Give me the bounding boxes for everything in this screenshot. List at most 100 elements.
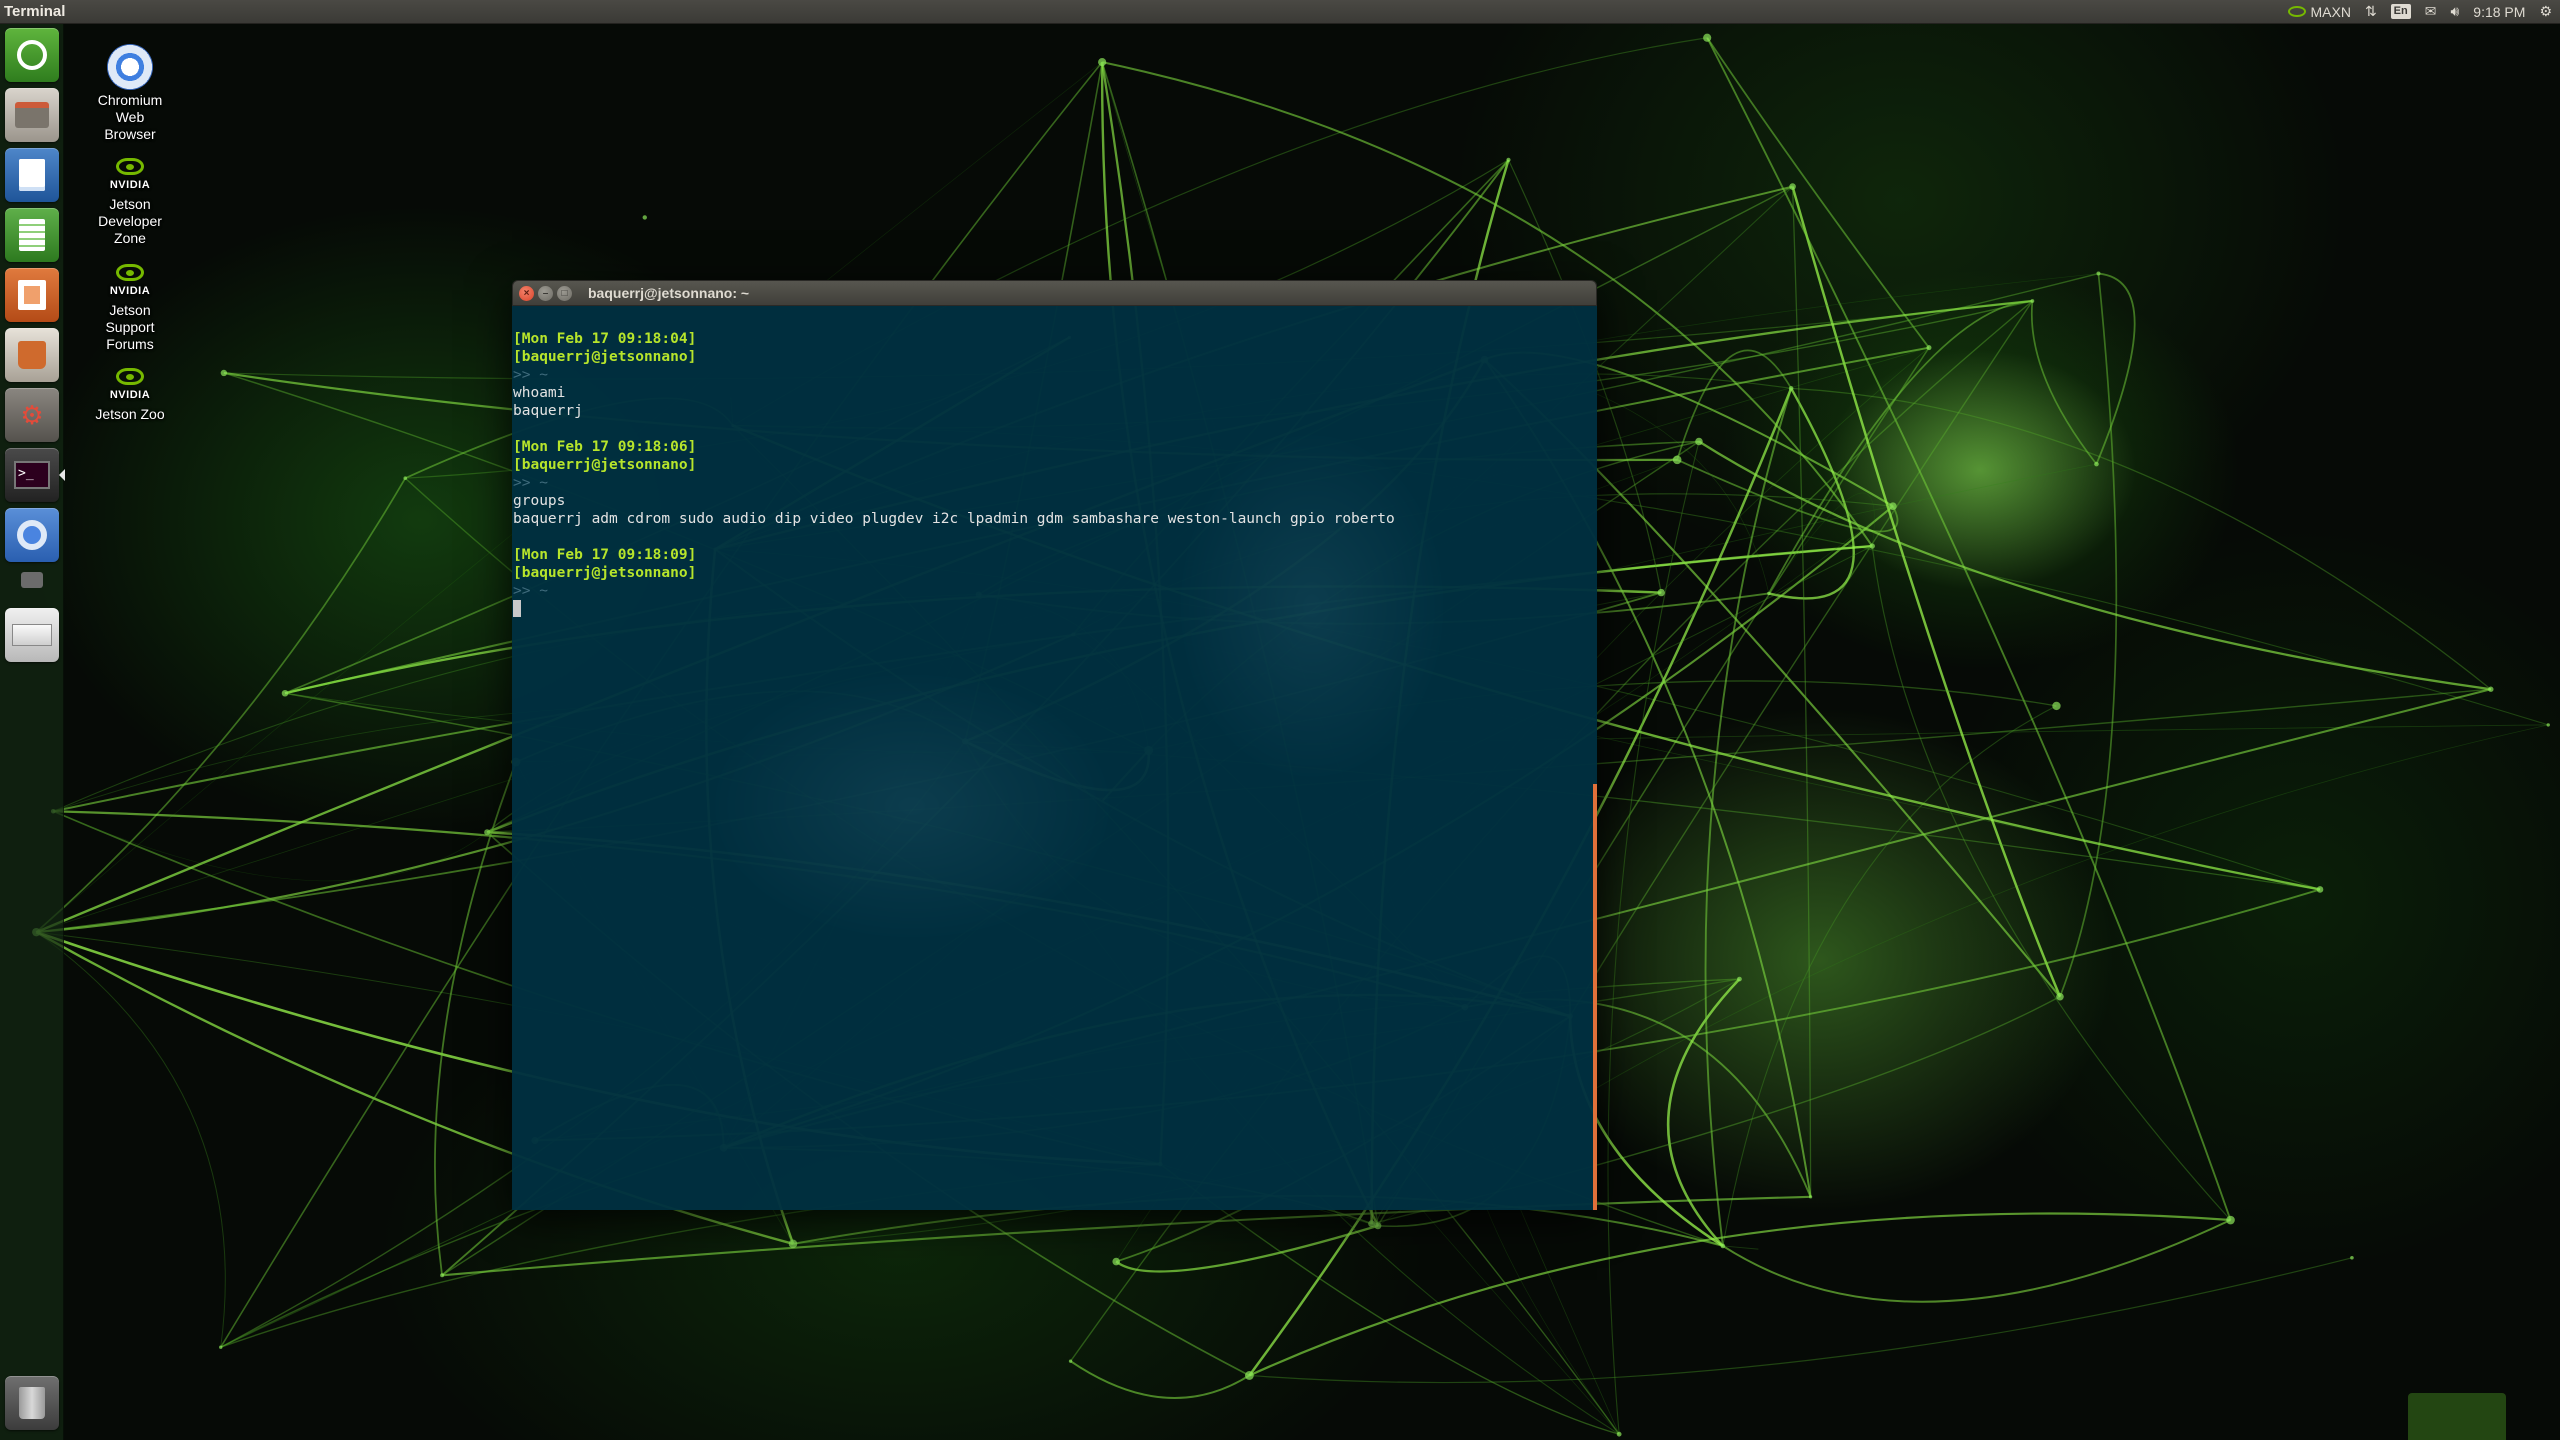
terminal-line-user: [baquerrj@jetsonnano] [513,349,697,365]
chromium-icon [107,44,153,90]
nvidia-corner-logo [2408,1393,2506,1440]
launcher-dash[interactable] [5,28,59,82]
maximize-icon: □ [561,287,568,299]
wallpaper-node [2546,723,2550,727]
terminal-output[interactable]: [Mon Feb 17 09:18:04] [baquerrj@jetsonnan… [512,306,1597,1210]
wallpaper-node [1720,1243,1726,1249]
wallpaper-node [1374,1222,1382,1230]
session-indicator[interactable]: ⚙ [2539,3,2552,20]
nvidia-wordmark: NVIDIA [109,285,151,297]
window-title: baquerrj@jetsonnano: ~ [588,285,750,301]
wallpaper-node [1068,1359,1073,1363]
terminal-window[interactable]: × – □ baquerrj@jetsonnano: ~ [Mon Feb 17… [512,280,1597,1210]
wallpaper-node [220,369,228,377]
launcher-software-center[interactable] [5,328,59,382]
wallpaper-node [1244,1371,1254,1380]
wallpaper-strand [1791,186,2062,998]
drive-icon [12,624,52,646]
writer-icon [19,159,45,191]
wallpaper-node [1737,976,1742,982]
launcher-chromium[interactable] [5,508,59,562]
messaging-indicator[interactable]: ✉ [2425,3,2437,20]
launcher-files[interactable] [5,88,59,142]
wallpaper-node [2052,701,2061,711]
wallpaper-node [484,829,491,836]
terminal-cursor-line [513,600,1597,618]
desktop-icon-jetson-zoo[interactable]: NVIDIA Jetson Zoo [80,368,180,423]
files-icon [15,102,49,128]
desktop-icon-chromium[interactable]: Chromium Web Browser [80,44,180,143]
nvidia-power-mode-indicator[interactable]: MAXN [2288,3,2351,20]
launcher-impress[interactable] [5,268,59,322]
wallpaper-node [1809,1195,1813,1199]
keyboard-indicator[interactable]: En [2390,4,2411,19]
launcher-camera[interactable] [5,568,59,592]
active-app-title: Terminal [4,3,66,20]
wallpaper-strand [1791,387,2492,690]
wallpaper-strand [1871,546,2231,1221]
terminal-line-ts: [Mon Feb 17 09:18:09] [513,547,697,563]
close-button[interactable]: × [519,285,534,301]
terminal-scrollbar[interactable] [1593,784,1597,1210]
desktop-icon-label: Jetson Zoo [95,406,165,422]
wallpaper-node [1098,58,1107,67]
trash-icon [19,1387,45,1419]
desktop-icon-jetson-support-forums[interactable]: NVIDIA Jetson Support Forums [80,264,180,353]
launcher-system-settings[interactable]: ⚙ [5,388,59,442]
terminal-titlebar[interactable]: × – □ baquerrj@jetsonnano: ~ [512,280,1597,306]
terminal-line-gap [513,528,1597,546]
nvidia-icon: NVIDIA [107,158,153,194]
wallpaper-node [1789,183,1796,190]
desktop-icon-label: Web [115,109,145,125]
wallpaper-node [1657,588,1665,597]
launcher-writer[interactable] [5,148,59,202]
desktop-icon-label: Jetson [109,302,151,318]
terminal-line-out: baquerrj adm cdrom sudo audio dip video … [513,511,1395,527]
wallpaper-node [2350,1255,2354,1260]
wallpaper-node [440,1273,445,1278]
wallpaper-node [1616,1431,1622,1437]
network-transfer-icon: ⇅ [2364,3,2377,19]
wallpaper-node [1767,591,1771,596]
terminal-line-out: baquerrj [513,403,583,419]
wallpaper-strand [1706,37,2232,1221]
desktop-icon-label: Jetson [109,196,151,212]
software-center-icon [18,341,46,369]
nvidia-wordmark: NVIDIA [109,389,151,401]
desktop-icon-jetson-developer-zone[interactable]: NVIDIA Jetson Developer Zone [80,158,180,247]
launcher-terminal[interactable]: >_ [5,448,59,502]
wallpaper-node [2094,461,2099,467]
terminal-line-out: groups [513,493,566,509]
terminal-line-gap [513,420,1597,438]
unity-launcher: ⚙ >_ [0,24,65,1440]
terminal-line-out: whoami [513,385,566,401]
indicator-area: MAXN ⇅ En ✉ 🔊︎ 9:18 PM ⚙ [2288,3,2552,20]
desktop-icon-label: Browser [104,126,156,142]
terminal-line-ts: [Mon Feb 17 09:18:06] [513,439,697,455]
network-indicator[interactable]: ⇅ [2365,3,2377,20]
sound-indicator[interactable]: 🔊︎ [2450,3,2459,20]
active-app-arrow [59,469,65,481]
minimize-icon: – [542,287,549,299]
launcher-trash[interactable] [5,1376,59,1430]
power-mode-label: MAXN [2310,3,2351,20]
maximize-button[interactable]: □ [557,285,572,301]
clock-indicator[interactable]: 9:18 PM [2473,4,2525,20]
wallpaper-strand [434,761,517,1276]
launcher-drive[interactable] [5,608,59,662]
wallpaper-node [1112,1257,1121,1266]
gear-icon: ⚙ [2539,3,2552,19]
wallpaper-node [642,215,647,220]
wallpaper-strand [1722,705,2057,1247]
top-panel: Terminal MAXN ⇅ En ✉ 🔊︎ 9:18 PM ⚙ [0,0,2560,24]
nvidia-wordmark: NVIDIA [109,179,151,191]
launcher-calc[interactable] [5,208,59,262]
wallpaper-node [1695,437,1703,446]
wallpaper-strand [36,931,226,1348]
minimize-button[interactable]: – [538,285,553,301]
desktop-icon-label: Chromium [97,92,163,108]
wallpaper-node [1368,1220,1376,1228]
ubuntu-dash-icon [17,40,47,70]
system-settings-icon: ⚙ [20,399,44,430]
wallpaper-node [2226,1215,2235,1225]
